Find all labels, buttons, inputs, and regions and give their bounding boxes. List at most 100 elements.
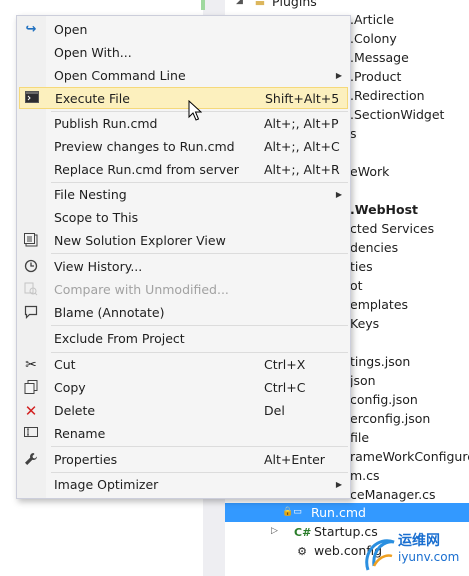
folder-icon: ▬ xyxy=(254,0,266,9)
copy-icon xyxy=(23,380,39,396)
menu-item-scope-to-this[interactable]: Scope to This xyxy=(19,207,348,229)
tree-item[interactable]: .Article xyxy=(350,10,394,29)
mouse-cursor-icon xyxy=(188,100,202,121)
menu-item-label: Compare with Unmodified... xyxy=(54,282,229,297)
menu-item-delete[interactable]: ✕ Delete Del xyxy=(19,400,348,422)
menu-item-label: Copy xyxy=(54,380,86,395)
tree-item-plugins[interactable]: ▬ Plugins xyxy=(252,0,317,11)
watermark-subtitle: iyunv.com xyxy=(398,550,460,564)
menu-item-label: Cut xyxy=(54,357,76,372)
menu-item-rename[interactable]: Rename xyxy=(19,423,348,445)
menu-item-file-nesting[interactable]: File Nesting ▶ xyxy=(19,184,348,206)
tree-item[interactable]: dencies xyxy=(350,238,398,257)
tree-item-webhost[interactable]: .WebHost xyxy=(350,200,418,219)
menu-item-label: Open Command Line xyxy=(54,68,186,83)
tree-item[interactable]: .Colony xyxy=(350,29,397,48)
menu-item-label: View History... xyxy=(54,259,143,274)
submenu-arrow-icon: ▶ xyxy=(335,480,342,489)
menu-item-label: Exclude From Project xyxy=(54,331,185,346)
tree-item-run-cmd[interactable]: 🔒▭ Run.cmd xyxy=(225,503,469,522)
menu-item-copy[interactable]: Copy Ctrl+C xyxy=(19,377,348,399)
tree-item[interactable]: eWork xyxy=(350,162,389,181)
menu-item-label: Open With... xyxy=(54,45,132,60)
config-file-icon: ⚙ xyxy=(297,545,307,558)
menu-item-label: Image Optimizer xyxy=(54,477,159,492)
submenu-arrow-icon: ▶ xyxy=(335,71,342,80)
menu-item-shortcut: Alt+;, Alt+P xyxy=(264,116,339,131)
menu-item-image-optimizer[interactable]: Image Optimizer ▶ xyxy=(19,474,348,496)
menu-item-shortcut: Alt+Enter xyxy=(264,452,325,467)
menu-item-properties[interactable]: Properties Alt+Enter xyxy=(19,449,348,471)
rename-icon xyxy=(23,426,39,442)
tree-item[interactable]: .Redirection xyxy=(350,86,425,105)
menu-item-cut[interactable]: ✂ Cut Ctrl+X xyxy=(19,354,348,376)
tree-item[interactable]: config.json xyxy=(350,390,418,409)
tree-item[interactable]: .SectionWidget xyxy=(350,105,444,124)
menu-item-label: Delete xyxy=(54,403,96,418)
menu-item-open-with[interactable]: Open With... xyxy=(19,42,348,64)
compare-icon xyxy=(23,282,39,298)
menu-item-open-command-line[interactable]: Open Command Line ▶ xyxy=(19,65,348,87)
new-view-icon xyxy=(23,233,39,249)
tree-item[interactable]: file xyxy=(350,428,369,447)
scissors-icon: ✂ xyxy=(25,357,37,373)
menu-item-publish[interactable]: Publish Run.cmd Alt+;, Alt+P xyxy=(19,113,348,135)
tree-item[interactable]: ties xyxy=(350,257,373,276)
tree-item[interactable]: ceManager.cs xyxy=(350,485,436,504)
tree-item[interactable]: rameWorkConfigure xyxy=(350,447,469,466)
tree-item[interactable]: .Product xyxy=(350,67,401,86)
tree-item-label: Run.cmd xyxy=(311,505,366,520)
context-menu: ↪ Open Open With... Open Command Line ▶ … xyxy=(16,15,351,499)
tree-item[interactable]: tings.json xyxy=(350,352,410,371)
menu-separator xyxy=(51,182,348,183)
tree-item[interactable]: json xyxy=(350,371,376,390)
menu-item-shortcut: Alt+;, Alt+R xyxy=(264,162,340,177)
menu-separator xyxy=(51,446,348,447)
menu-item-exclude-from-project[interactable]: Exclude From Project xyxy=(19,328,348,350)
menu-item-open[interactable]: ↪ Open xyxy=(19,19,348,41)
menu-item-view-history[interactable]: View History... xyxy=(19,256,348,278)
history-icon xyxy=(23,259,39,275)
menu-item-label: Scope to This xyxy=(54,210,139,225)
menu-item-compare-unmodified[interactable]: Compare with Unmodified... xyxy=(19,279,348,301)
menu-item-label: Execute File xyxy=(55,91,130,106)
menu-separator xyxy=(51,253,348,254)
cmd-file-icon: 🔒▭ xyxy=(282,507,302,517)
tree-item[interactable]: ot xyxy=(350,276,363,295)
expand-arrow-icon[interactable]: ▷ xyxy=(271,526,278,536)
menu-item-label: Blame (Annotate) xyxy=(54,305,165,320)
expand-arrow-icon[interactable]: ◢ xyxy=(236,0,243,6)
annotate-icon xyxy=(23,305,39,321)
menu-item-shortcut: Ctrl+X xyxy=(264,357,306,372)
watermark-logo: 运维网 iyunv.com xyxy=(360,522,469,576)
menu-item-blame[interactable]: Blame (Annotate) xyxy=(19,302,348,324)
menu-item-label: New Solution Explorer View xyxy=(54,233,226,248)
watermark-swirl-icon xyxy=(365,539,395,571)
menu-item-shortcut: Del xyxy=(264,403,285,418)
console-icon xyxy=(24,91,40,107)
menu-separator xyxy=(51,352,348,353)
tree-item[interactable]: emplates xyxy=(350,295,408,314)
submenu-arrow-icon: ▶ xyxy=(335,190,342,199)
menu-item-label: Properties xyxy=(54,452,118,467)
menu-separator xyxy=(51,325,348,326)
menu-item-new-explorer-view[interactable]: New Solution Explorer View xyxy=(19,230,348,252)
tree-item[interactable]: cted Services xyxy=(350,219,434,238)
tree-item[interactable]: Keys xyxy=(350,314,379,333)
menu-item-execute-file[interactable]: Execute File Shift+Alt+5 xyxy=(19,87,348,109)
menu-item-replace-from-server[interactable]: Replace Run.cmd from server Alt+;, Alt+R xyxy=(19,159,348,181)
menu-item-shortcut: Ctrl+C xyxy=(264,380,306,395)
tree-item[interactable]: m.cs xyxy=(350,466,380,485)
tree-item[interactable]: .Message xyxy=(350,48,409,67)
open-arrow-icon: ↪ xyxy=(25,22,37,37)
tree-item[interactable]: erconfig.json xyxy=(350,409,430,428)
wrench-icon xyxy=(23,452,39,468)
menu-item-label: Open xyxy=(54,22,88,37)
menu-item-preview-changes[interactable]: Preview changes to Run.cmd Alt+;, Alt+C xyxy=(19,136,348,158)
menu-item-shortcut: Alt+;, Alt+C xyxy=(264,139,340,154)
watermark-title: 运维网 xyxy=(398,533,440,549)
menu-item-shortcut: Shift+Alt+5 xyxy=(265,91,340,106)
menu-separator xyxy=(51,472,348,473)
menu-item-label: Preview changes to Run.cmd xyxy=(54,139,235,154)
menu-item-label: File Nesting xyxy=(54,187,127,202)
